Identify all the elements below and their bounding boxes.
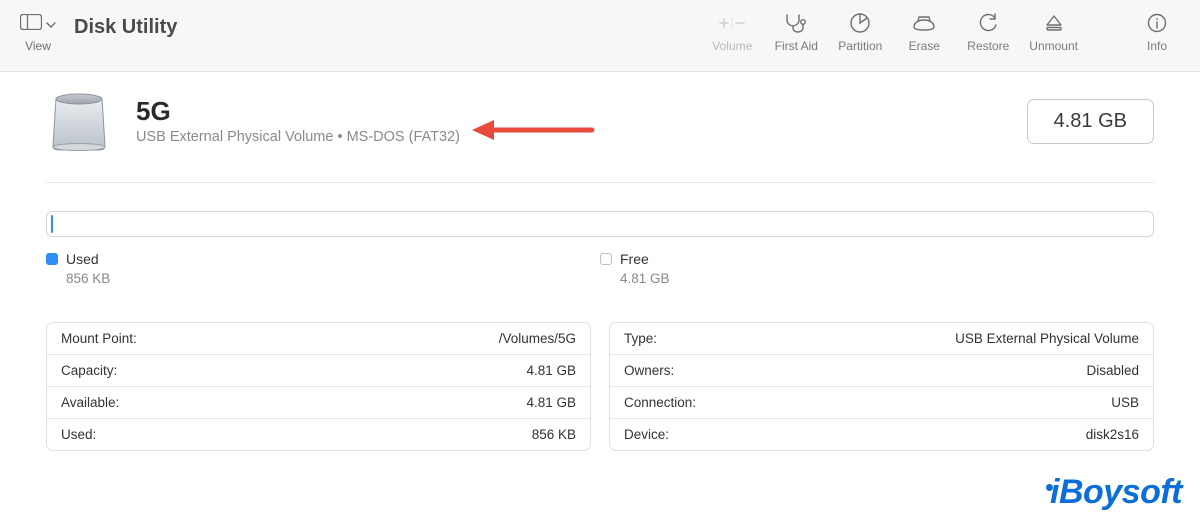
detail-row: Available:4.81 GB: [47, 386, 590, 418]
usage-legend: Used 856 KB Free 4.81 GB: [46, 251, 1154, 286]
sidebar-icon: [20, 14, 42, 35]
swatch-used-icon: [46, 253, 58, 265]
info-label: Info: [1147, 39, 1167, 53]
eject-icon: [1044, 12, 1064, 34]
app-title: Disk Utility: [74, 8, 177, 39]
volume-label: Volume: [712, 39, 752, 53]
toolbar: View Disk Utility Volume F: [0, 0, 1200, 72]
detail-row: Capacity:4.81 GB: [47, 354, 590, 386]
partition-icon: [849, 12, 871, 34]
swatch-free-icon: [600, 253, 612, 265]
stethoscope-icon: [784, 12, 808, 34]
plus-minus-icon: [715, 12, 749, 34]
first-aid-button[interactable]: First Aid: [773, 8, 819, 53]
view-label: View: [25, 39, 51, 53]
main-content: 5G USB External Physical Volume • MS-DOS…: [0, 72, 1200, 451]
drive-icon: [46, 88, 112, 154]
legend-free: Free 4.81 GB: [600, 251, 1154, 286]
volume-size-box: 4.81 GB: [1027, 99, 1154, 144]
restore-label: Restore: [967, 39, 1009, 53]
info-button[interactable]: Info: [1134, 8, 1180, 53]
view-button[interactable]: View: [20, 8, 56, 53]
unmount-button[interactable]: Unmount: [1029, 8, 1078, 53]
details-left: Mount Point:/Volumes/5G Capacity:4.81 GB…: [46, 322, 591, 451]
volume-header: 5G USB External Physical Volume • MS-DOS…: [46, 88, 1154, 183]
partition-button[interactable]: Partition: [837, 8, 883, 53]
erase-label: Erase: [909, 39, 940, 53]
chevron-down-icon: [46, 16, 56, 34]
free-label: Free: [620, 251, 649, 267]
details-tables: Mount Point:/Volumes/5G Capacity:4.81 GB…: [46, 322, 1154, 451]
detail-row: Device:disk2s16: [610, 418, 1153, 450]
used-label: Used: [66, 251, 99, 267]
info-icon: [1147, 12, 1167, 34]
watermark: iBoysoft: [1046, 473, 1182, 512]
usage-used-segment: [51, 215, 53, 233]
partition-label: Partition: [838, 39, 882, 53]
erase-button[interactable]: Erase: [901, 8, 947, 53]
detail-row: Used:856 KB: [47, 418, 590, 450]
restore-icon: [977, 12, 999, 34]
first-aid-label: First Aid: [775, 39, 818, 53]
restore-button[interactable]: Restore: [965, 8, 1011, 53]
detail-row: Mount Point:/Volumes/5G: [47, 323, 590, 354]
detail-row: Type:USB External Physical Volume: [610, 323, 1153, 354]
detail-row: Connection:USB: [610, 386, 1153, 418]
volume-button: Volume: [709, 8, 755, 53]
erase-icon: [911, 12, 937, 34]
details-right: Type:USB External Physical Volume Owners…: [609, 322, 1154, 451]
usage-bar: [46, 211, 1154, 237]
detail-row: Owners:Disabled: [610, 354, 1153, 386]
unmount-label: Unmount: [1029, 39, 1078, 53]
free-value: 4.81 GB: [600, 271, 1154, 286]
volume-subtitle: USB External Physical Volume • MS-DOS (F…: [136, 129, 460, 145]
volume-name: 5G: [136, 97, 460, 126]
used-value: 856 KB: [46, 271, 600, 286]
legend-used: Used 856 KB: [46, 251, 600, 286]
